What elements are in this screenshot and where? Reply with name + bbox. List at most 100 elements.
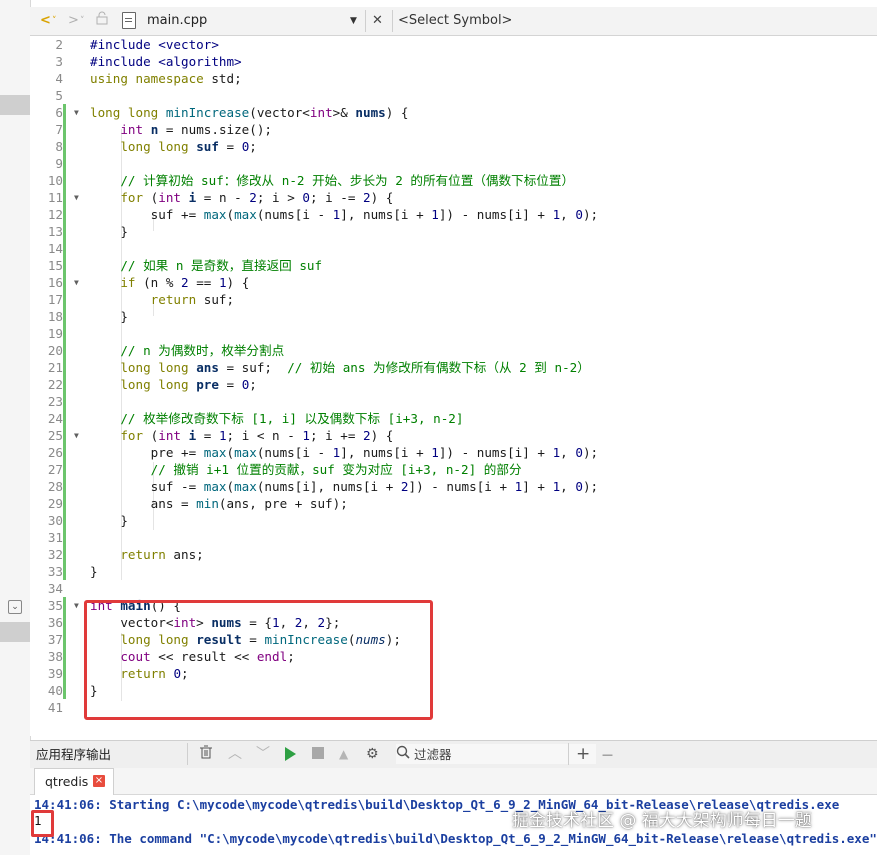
attach-debugger-icon[interactable]: ▲ bbox=[339, 745, 348, 764]
change-marker bbox=[63, 104, 66, 121]
change-marker bbox=[63, 172, 66, 189]
code-line[interactable]: 24 // 枚举修改奇数下标 [1, i] 以及偶数下标 [i+3, n-2] bbox=[30, 410, 877, 427]
line-number: 38 bbox=[47, 649, 63, 664]
tab-close-icon[interactable]: × bbox=[93, 775, 105, 787]
fold-toggle-icon[interactable]: ▼ bbox=[74, 189, 79, 206]
line-number: 15 bbox=[47, 258, 63, 273]
code-token: int bbox=[120, 122, 144, 137]
toolbar-divider bbox=[568, 743, 569, 765]
code-line[interactable]: 12 suf += max(max(nums[i - 1], nums[i + … bbox=[30, 206, 877, 223]
fold-toggle-icon[interactable]: ▼ bbox=[74, 427, 79, 444]
clear-output-icon[interactable] bbox=[200, 745, 212, 764]
remove-button[interactable]: — bbox=[602, 745, 613, 764]
tab-qtredis[interactable]: qtredis × bbox=[34, 768, 114, 795]
code-line[interactable]: 25 ▼ for (int i = 1; i < n - 1; i += 2) { bbox=[30, 427, 877, 444]
code-line[interactable]: 9 bbox=[30, 155, 877, 172]
code-line[interactable]: 11 ▼ for (int i = n - 2; i > 0; i -= 2) { bbox=[30, 189, 877, 206]
code-line[interactable]: 34 bbox=[30, 580, 877, 597]
settings-gear-icon[interactable]: ⚙ bbox=[366, 745, 379, 764]
lock-icon[interactable] bbox=[96, 11, 108, 31]
sidebar-selection-lower[interactable] bbox=[0, 622, 30, 642]
code-line[interactable]: 13 } bbox=[30, 223, 877, 240]
code-token: ( bbox=[143, 190, 159, 205]
line-number: 2 bbox=[55, 37, 63, 52]
code-line[interactable]: 6 ▼ long long minIncrease(vector<int>& num… bbox=[30, 104, 877, 121]
fold-toggle-icon[interactable]: ▼ bbox=[74, 104, 79, 121]
code-token: pre += bbox=[90, 445, 204, 460]
open-file-name[interactable]: main.cpp bbox=[147, 11, 207, 31]
chevron-up-icon[interactable]: ︿ bbox=[228, 745, 242, 764]
fold-toggle-icon[interactable]: ▼ bbox=[74, 274, 79, 291]
back-dropdown-icon[interactable]: ˅ bbox=[52, 11, 57, 31]
code-line[interactable]: 32 return ans; bbox=[30, 546, 877, 563]
output-line-command: 14:41:06: The command "C:\mycode\mycode\… bbox=[34, 831, 877, 846]
line-number: 10 bbox=[47, 173, 63, 188]
code-line[interactable]: 15 // 如果 n 是奇数，直接返回 suf bbox=[30, 257, 877, 274]
left-sidebar-strip: ⌄ bbox=[0, 0, 31, 855]
change-marker bbox=[63, 206, 66, 223]
line-number: 7 bbox=[55, 122, 63, 137]
line-number: 41 bbox=[47, 700, 63, 715]
code-line[interactable]: 2 #include <vector> bbox=[30, 36, 877, 53]
code-token: ) { bbox=[226, 275, 250, 290]
code-token: ], nums[i + bbox=[340, 207, 432, 222]
change-marker bbox=[63, 121, 66, 138]
change-marker bbox=[63, 665, 66, 682]
code-line[interactable]: 27 // 撤销 i+1 位置的贡献，suf 变为对应 [i+3, n-2] 的… bbox=[30, 461, 877, 478]
chevron-down-icon[interactable]: ﹀ bbox=[256, 745, 270, 764]
code-token: max bbox=[203, 445, 227, 460]
code-line[interactable]: 29 ans = min(ans, pre + suf); bbox=[30, 495, 877, 512]
code-line[interactable]: 19 bbox=[30, 325, 877, 342]
line-number: 13 bbox=[47, 224, 63, 239]
sidebar-selection[interactable] bbox=[0, 95, 30, 115]
code-line[interactable]: 21 long long ans = suf; // 初始 ans 为修改所有偶… bbox=[30, 359, 877, 376]
forward-dropdown-icon[interactable]: ˅ bbox=[80, 11, 85, 31]
code-line[interactable]: 3 #include <algorithm> bbox=[30, 53, 877, 70]
change-marker bbox=[63, 274, 66, 291]
code-line[interactable]: 7 int n = nums.size(); bbox=[30, 121, 877, 138]
back-arrow-icon[interactable]: < bbox=[40, 11, 51, 31]
code-text: long long minIncrease(vector<int>& nums)… bbox=[90, 104, 409, 121]
code-line[interactable]: 28 suf -= max(max(nums[i], nums[i + 2]) … bbox=[30, 478, 877, 495]
code-line[interactable]: 23 bbox=[30, 393, 877, 410]
code-line[interactable]: 33} bbox=[30, 563, 877, 580]
run-icon[interactable] bbox=[285, 747, 296, 761]
line-number: 29 bbox=[47, 496, 63, 511]
code-line[interactable]: 17 return suf; bbox=[30, 291, 877, 308]
code-line[interactable]: 18 } bbox=[30, 308, 877, 325]
code-line[interactable]: 16 ▼ if (n % 2 == 1) { bbox=[30, 274, 877, 291]
code-line[interactable]: 8 long long suf = 0; bbox=[30, 138, 877, 155]
panel-collapse-icon[interactable]: ⌄ bbox=[8, 600, 22, 614]
change-marker bbox=[63, 223, 66, 240]
code-line[interactable]: 10 // 计算初始 suf：修改从 n-2 开始、步长为 2 的所有位置（偶数… bbox=[30, 172, 877, 189]
code-text: #include <algorithm> bbox=[90, 53, 242, 70]
code-text: } bbox=[90, 308, 128, 325]
line-number: 27 bbox=[47, 462, 63, 477]
line-number: 9 bbox=[55, 156, 63, 171]
code-line[interactable]: 5 bbox=[30, 87, 877, 104]
watermark-text: 掘金技术社区 @ 福大大架构师每日一题 bbox=[512, 811, 812, 831]
add-button[interactable]: + bbox=[576, 745, 590, 764]
close-icon[interactable]: ✕ bbox=[372, 11, 383, 31]
forward-arrow-icon[interactable]: > bbox=[68, 11, 79, 31]
code-line[interactable]: 4 using namespace std; bbox=[30, 70, 877, 87]
code-line[interactable]: 30 } bbox=[30, 512, 877, 529]
code-line[interactable]: 31 bbox=[30, 529, 877, 546]
code-token: ) { bbox=[370, 428, 394, 443]
code-line[interactable]: 14 bbox=[30, 240, 877, 257]
code-token: (nums[i - bbox=[256, 445, 333, 460]
symbol-selector[interactable]: <Select Symbol> bbox=[398, 11, 512, 31]
code-token: #include <vector> bbox=[90, 37, 219, 52]
code-token: ; i -= bbox=[309, 190, 364, 205]
file-dropdown-icon[interactable]: ▼ bbox=[350, 11, 357, 31]
change-marker bbox=[63, 546, 66, 563]
fold-toggle-icon[interactable]: ▼ bbox=[74, 597, 79, 614]
change-marker bbox=[63, 359, 66, 376]
code-line[interactable]: 22 long long pre = 0; bbox=[30, 376, 877, 393]
code-line[interactable]: 20 // n 为偶数时，枚举分割点 bbox=[30, 342, 877, 359]
code-line[interactable]: 26 pre += max(max(nums[i - 1], nums[i + … bbox=[30, 444, 877, 461]
change-marker bbox=[63, 189, 66, 206]
stop-icon[interactable] bbox=[312, 747, 324, 759]
